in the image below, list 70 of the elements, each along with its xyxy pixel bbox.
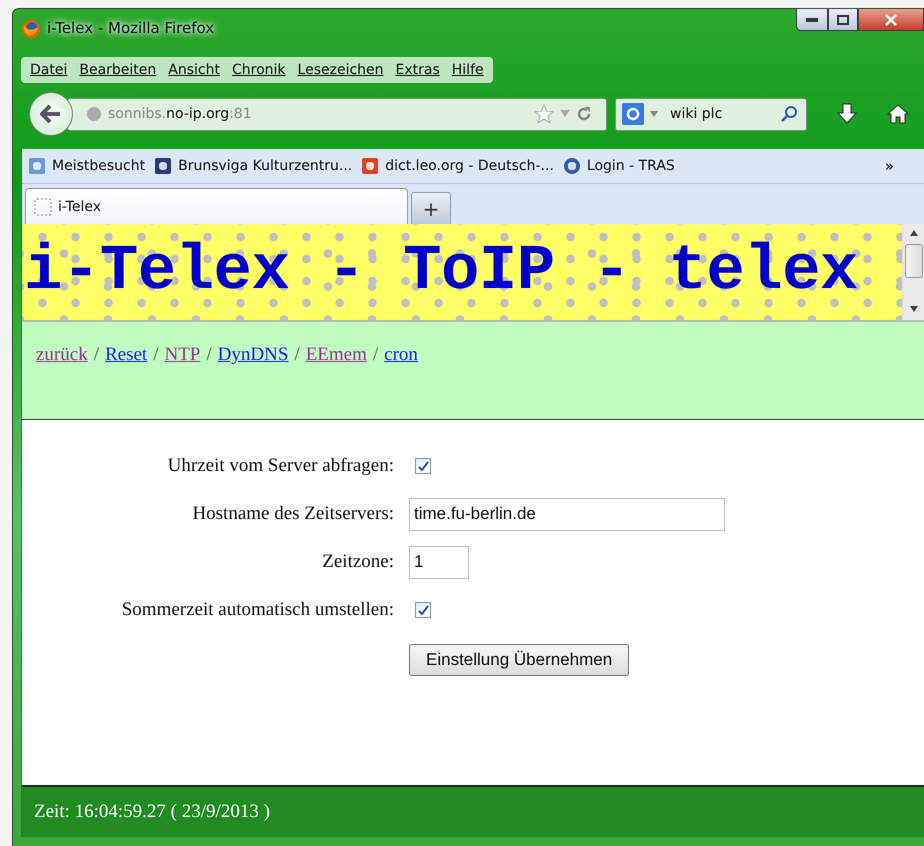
link-separator: / bbox=[153, 344, 158, 365]
scrollbar[interactable] bbox=[902, 224, 924, 320]
time-text: Zeit: 16:04:59.27 ( 23/9/2013 ) bbox=[34, 801, 270, 823]
bookmark-favicon-icon bbox=[562, 157, 581, 175]
nav-link[interactable]: DynDNS bbox=[218, 344, 288, 365]
bookmark-item[interactable]: Login - TRAS bbox=[562, 157, 675, 175]
input-field[interactable]: time.fu-berlin.de bbox=[409, 498, 725, 530]
minimize-button[interactable] bbox=[796, 9, 828, 31]
back-button[interactable] bbox=[29, 92, 73, 136]
more-bookmarks-chevron[interactable]: » bbox=[884, 157, 894, 175]
blank-page-icon bbox=[34, 198, 52, 216]
field-label: Zeitzone: bbox=[321, 551, 394, 573]
field-label: Hostname des Zeitservers: bbox=[191, 503, 394, 525]
star-icon bbox=[534, 104, 554, 124]
close-icon bbox=[885, 14, 897, 26]
bookmark-item[interactable]: Brunsviga Kulturzentru... bbox=[154, 157, 352, 175]
close-button[interactable] bbox=[858, 9, 924, 31]
maximize-button[interactable] bbox=[828, 9, 858, 31]
menu-item[interactable]: Hilfe bbox=[446, 60, 489, 80]
field-label: Uhrzeit vom Server abfragen: bbox=[166, 455, 394, 477]
nav-link[interactable]: zurück bbox=[36, 344, 88, 365]
new-tab-button[interactable]: + bbox=[411, 192, 451, 224]
checkbox[interactable] bbox=[415, 458, 431, 474]
address-field[interactable]: sonnibs.no-ip.org:81 bbox=[67, 98, 607, 130]
address-text: sonnibs.no-ip.org:81 bbox=[108, 106, 252, 122]
nav-link[interactable]: NTP bbox=[164, 344, 200, 365]
browser-tab[interactable]: i-Telex bbox=[25, 188, 408, 224]
download-button[interactable] bbox=[837, 103, 857, 125]
scrollbar-thumb[interactable] bbox=[904, 244, 922, 278]
submit-button[interactable]: Einstellung Übernehmen bbox=[409, 644, 630, 676]
scroll-down-icon bbox=[910, 306, 918, 312]
menu-item[interactable]: Lesezeichen bbox=[292, 60, 389, 80]
dropdown-icon bbox=[560, 110, 570, 118]
banner-title: i-Telex - ToIP - telex bbox=[24, 236, 858, 308]
nav-link[interactable]: cron bbox=[384, 344, 418, 365]
globe-icon bbox=[86, 106, 102, 122]
checkbox[interactable] bbox=[415, 602, 431, 618]
window-title: i-Telex - Mozilla Firefox bbox=[47, 19, 214, 37]
link-separator: / bbox=[94, 344, 99, 365]
down-arrow-icon bbox=[837, 103, 857, 125]
menu-item[interactable]: Extras bbox=[390, 60, 445, 80]
search-icon bbox=[780, 105, 798, 123]
link-separator: / bbox=[294, 344, 300, 365]
bookmark-item[interactable]: dict.leo.org - Deutsch-... bbox=[361, 157, 554, 175]
field-label: Sommerzeit automatisch umstellen: bbox=[120, 599, 394, 621]
scroll-up-icon bbox=[910, 230, 918, 236]
input-field[interactable]: 1 bbox=[409, 546, 469, 578]
menu-item[interactable]: Chronik bbox=[226, 60, 291, 80]
minimize-icon bbox=[806, 18, 818, 22]
menu-item[interactable]: Ansicht bbox=[163, 60, 225, 80]
bookmark-favicon-icon bbox=[361, 157, 380, 175]
home-button[interactable] bbox=[887, 103, 909, 125]
home-icon bbox=[887, 103, 909, 125]
link-separator: / bbox=[372, 344, 378, 365]
search-field[interactable]: wiki plc bbox=[615, 98, 807, 130]
reload-icon bbox=[576, 106, 592, 122]
bookmark-favicon-icon bbox=[154, 157, 172, 175]
menu-item[interactable]: Datei bbox=[25, 60, 72, 80]
nav-link[interactable]: EEmem bbox=[306, 344, 367, 365]
bookmark-item[interactable]: Meistbesucht bbox=[28, 157, 146, 175]
maximize-icon bbox=[837, 14, 849, 24]
bookmark-favicon-icon bbox=[28, 157, 46, 175]
back-arrow-icon bbox=[40, 104, 62, 124]
link-separator: / bbox=[206, 344, 212, 365]
firefox-logo-icon bbox=[21, 19, 41, 39]
dropdown-icon bbox=[650, 111, 658, 117]
nav-link[interactable]: Reset bbox=[104, 344, 148, 365]
search-engine-icon bbox=[622, 103, 644, 125]
menu-item[interactable]: Bearbeiten bbox=[74, 60, 162, 80]
search-text: wiki plc bbox=[670, 106, 724, 122]
